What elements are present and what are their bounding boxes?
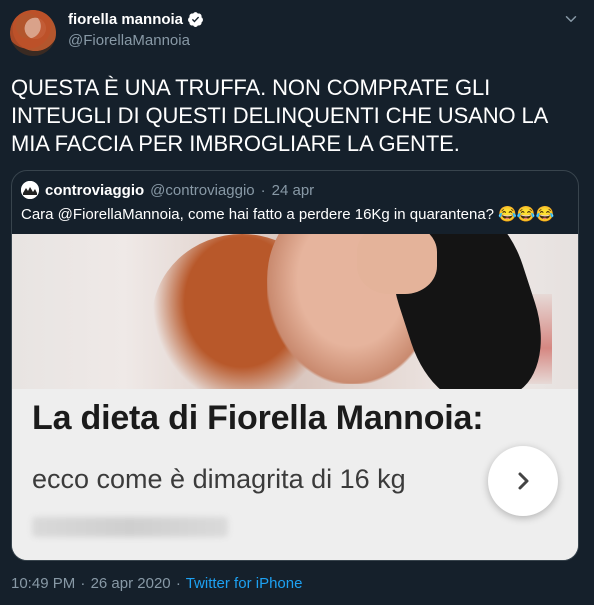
author-name-row: fiorella mannoia: [68, 11, 204, 28]
woman-photo: [12, 234, 578, 420]
author-name[interactable]: fiorella mannoia: [68, 11, 183, 28]
laughing-emoji-icons: 😂😂😂: [498, 206, 555, 223]
quoted-text-row: Cara @FiorellaMannoia, come hai fatto a …: [21, 205, 569, 223]
next-arrow-button[interactable]: [488, 446, 558, 516]
tweet-source-link[interactable]: Twitter for iPhone: [186, 575, 303, 592]
quoted-name[interactable]: controviaggio: [45, 182, 144, 199]
ad-subheadline: ecco come è dimagrita di 16 kg: [32, 464, 406, 494]
chevron-right-icon: [518, 472, 529, 490]
verified-badge-icon: [188, 12, 203, 27]
quoted-header: controviaggio @controviaggio · 24 apr: [21, 181, 314, 199]
author-handle[interactable]: @FiorellaMannoia: [68, 32, 190, 49]
quoted-avatar[interactable]: [21, 181, 39, 199]
tweet-text: QUESTA È UNA TRUFFA. NON COMPRATE GLI IN…: [11, 75, 548, 156]
footer-dot: ·: [80, 575, 86, 592]
chevron-down-icon[interactable]: [562, 10, 580, 28]
quoted-handle: @controviaggio: [150, 181, 255, 199]
tweet-date[interactable]: 26 apr 2020: [91, 575, 171, 592]
author-avatar[interactable]: [10, 10, 56, 56]
footer-dot-2: ·: [175, 575, 181, 592]
quoted-tweet[interactable]: controviaggio @controviaggio · 24 apr Ca…: [11, 170, 579, 561]
quoted-date: 24 apr: [271, 181, 315, 199]
quoted-text: Cara @FiorellaMannoia, come hai fatto a …: [21, 206, 495, 223]
quoted-image[interactable]: [12, 234, 578, 560]
ad-headline: La dieta di Fiorella Mannoia:: [32, 399, 484, 437]
tweet-time[interactable]: 10:49 PM: [11, 575, 75, 592]
quoted-dot: ·: [260, 181, 266, 199]
tweet-footer: 10:49 PM · 26 apr 2020 · Twitter for iPh…: [11, 575, 302, 592]
blurred-source-url: [32, 517, 228, 537]
tweet: fiorella mannoia @FiorellaMannoia QUESTA…: [0, 0, 594, 605]
